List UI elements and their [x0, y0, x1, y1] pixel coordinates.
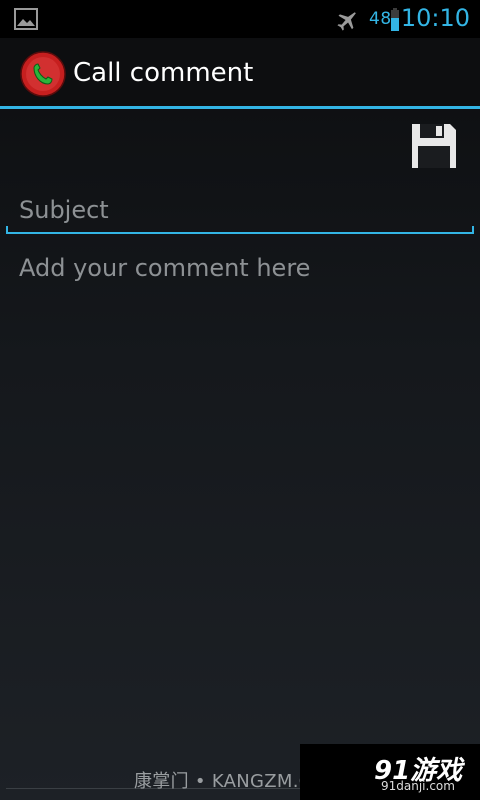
subject-field[interactable]	[6, 188, 474, 236]
page-title: Call comment	[73, 58, 254, 88]
call-recorder-icon[interactable]	[20, 51, 66, 97]
battery-percent: 48	[369, 9, 392, 29]
battery-icon	[391, 8, 399, 31]
subject-input[interactable]	[6, 188, 474, 232]
action-bar-divider	[0, 106, 480, 109]
subject-underline-left-tick	[6, 226, 8, 233]
site-logo: 91游戏 91danji.com	[300, 744, 480, 800]
comment-field[interactable]	[6, 248, 474, 728]
subject-underline-right-tick	[472, 226, 474, 233]
airplane-mode-icon	[337, 12, 356, 31]
save-button[interactable]	[410, 122, 458, 170]
status-bar: 48 10:10	[0, 0, 480, 38]
gallery-icon	[14, 8, 38, 30]
logo-sub-text: 91danji.com	[381, 779, 455, 793]
subject-underline	[6, 232, 474, 234]
status-time: 10:10	[400, 4, 470, 32]
comment-textarea[interactable]	[6, 248, 474, 728]
